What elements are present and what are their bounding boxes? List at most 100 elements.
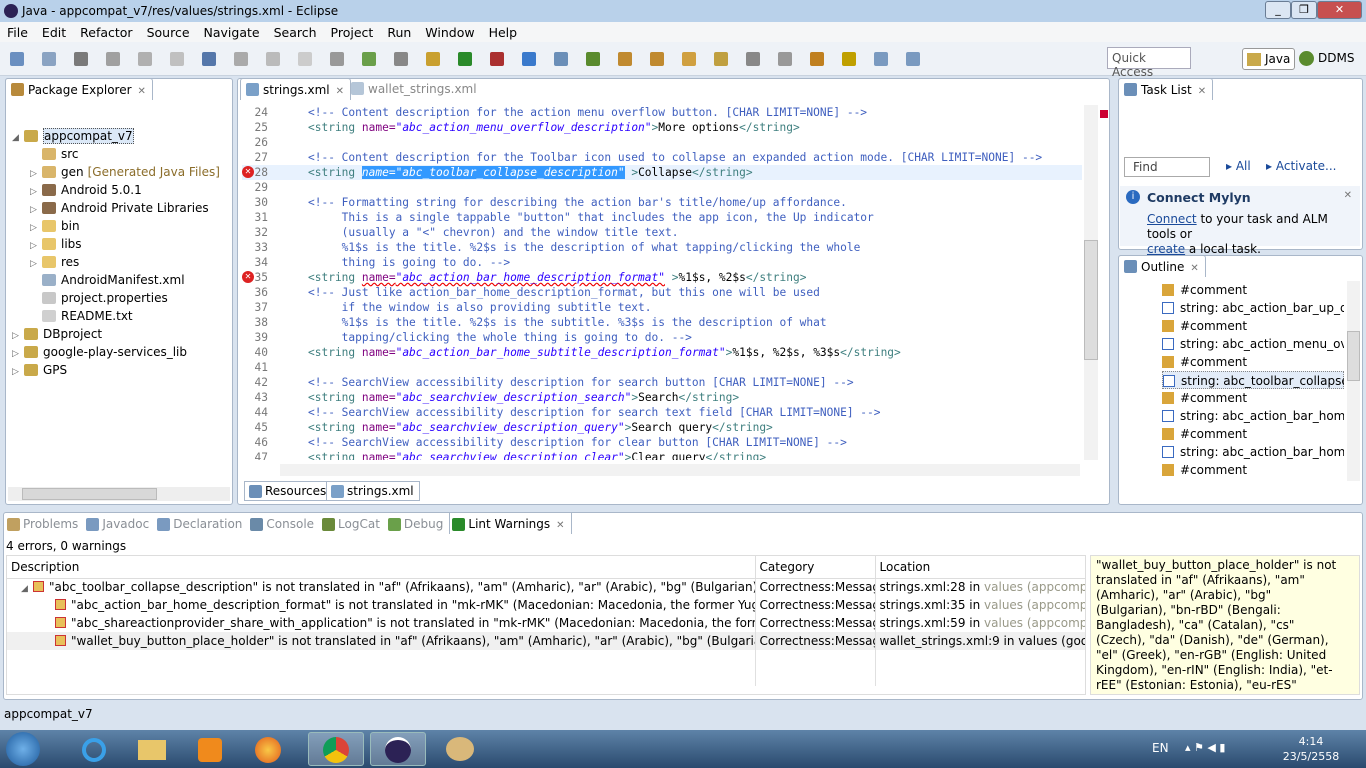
lint-row[interactable]: "abc_shareactionprovider_share_with_appl… [7, 614, 1085, 632]
menu-edit[interactable]: Edit [35, 22, 73, 42]
tree-item-android-private-libraries[interactable]: ▷ Android Private Libraries [12, 199, 220, 217]
connect-link[interactable]: Connect [1147, 212, 1197, 226]
tab-package-explorer[interactable]: Package Explorer ✕ [5, 78, 153, 100]
toolbar-button-icon[interactable] [874, 52, 888, 66]
error-overview-marker[interactable] [1100, 110, 1108, 118]
outline-item[interactable]: #comment [1162, 425, 1344, 443]
tab-strings-xml[interactable]: strings.xml ✕ [240, 78, 352, 100]
activate-link[interactable]: ▸ Activate... [1266, 159, 1336, 173]
tab-declaration[interactable]: Declaration [155, 513, 248, 535]
outline-item[interactable]: string: abc_action_bar_up_description [1162, 299, 1344, 317]
code-line[interactable]: 44 <!-- SearchView accessibility descript… [242, 405, 1082, 420]
tab-resources[interactable]: Resources [244, 481, 333, 501]
toolbar-button-icon[interactable] [74, 52, 88, 66]
code-line[interactable]: 42 <!-- SearchView accessibility descript… [242, 375, 1082, 390]
all-link[interactable]: ▸ All [1226, 159, 1251, 173]
code-line[interactable]: ✕ 35 <string name="abc_action_bar_home_des… [242, 270, 1082, 285]
expanded-arrow-icon[interactable]: ◢ [21, 584, 33, 594]
tab-logcat[interactable]: LogCat [320, 513, 386, 535]
perspective-ddms[interactable]: DDMS [1296, 48, 1358, 70]
outline-item[interactable]: string: abc_action_menu_overflow_descrip… [1162, 335, 1344, 353]
toolbar-button-icon[interactable] [394, 52, 408, 66]
close-icon[interactable]: ✕ [1190, 263, 1198, 274]
menu-run[interactable]: Run [380, 22, 418, 42]
code-line[interactable]: 34 thing is going to do. --> [242, 255, 1082, 270]
tree-item-androidmanifest-xml[interactable]: AndroidManifest.xml [12, 271, 220, 289]
toolbar-button-icon[interactable] [10, 52, 24, 66]
code-line[interactable]: 39 tapping/clicking the whole thing is g… [242, 330, 1082, 345]
create-link[interactable]: create [1147, 242, 1185, 256]
code-line[interactable]: 30 <!-- Formatting string for describing … [242, 195, 1082, 210]
clock[interactable]: 4:14 23/5/2558 [1280, 734, 1342, 764]
tree-item-google-play-services-lib[interactable]: ▷ google-play-services_lib [12, 343, 220, 361]
tree-item-gen[interactable]: ▷ gen [Generated Java Files] [12, 163, 220, 181]
code-line[interactable]: 43 <string name="abc_searchview_descripti… [242, 390, 1082, 405]
column-description[interactable]: Description [7, 556, 756, 579]
menu-refactor[interactable]: Refactor [73, 22, 139, 42]
code-line[interactable]: 32 (usually a "<" chevron) and the windo… [242, 225, 1082, 240]
menu-help[interactable]: Help [482, 22, 525, 42]
outline-item[interactable]: string: abc_action_bar_home_description_… [1162, 407, 1344, 425]
code-line[interactable]: 31 This is a single tappable "button" th… [242, 210, 1082, 225]
lint-row[interactable]: "abc_action_bar_home_description_format"… [7, 596, 1085, 614]
code-line[interactable]: 24 <!-- Content description for the actio… [242, 105, 1082, 120]
vertical-scrollbar[interactable] [1347, 281, 1360, 481]
toolbar-button-icon[interactable] [906, 52, 920, 66]
chrome-icon[interactable] [308, 732, 364, 766]
tab-wallet-strings-xml[interactable]: wallet_strings.xml [346, 78, 483, 100]
tree-item-libs[interactable]: ▷ libs [12, 235, 220, 253]
tree-item-bin[interactable]: ▷ bin [12, 217, 220, 235]
toolbar-button-icon[interactable] [682, 52, 696, 66]
toolbar-button-icon[interactable] [490, 52, 504, 66]
outline-item[interactable]: #comment [1162, 317, 1344, 335]
code-line[interactable]: 45 <string name="abc_searchview_descripti… [242, 420, 1082, 435]
code-line[interactable]: 33 %1$s is the title. %2$s is the descri… [242, 240, 1082, 255]
firefox-icon[interactable] [240, 732, 296, 766]
toolbar-button-icon[interactable] [746, 52, 760, 66]
toolbar-button-icon[interactable] [138, 52, 152, 66]
close-icon[interactable]: ✕ [1198, 86, 1206, 97]
code-line[interactable]: 27 <!-- Content description for the Toolb… [242, 150, 1082, 165]
toolbar-button-icon[interactable] [458, 52, 472, 66]
toolbar-button-icon[interactable] [586, 52, 600, 66]
perspective-java[interactable]: Java [1242, 48, 1296, 70]
toolbar-button-icon[interactable] [778, 52, 792, 66]
code-line[interactable]: 41 [242, 360, 1082, 375]
horizontal-scrollbar[interactable] [280, 464, 1080, 476]
outline-item[interactable]: #comment [1162, 281, 1344, 299]
code-line[interactable]: 26 [242, 135, 1082, 150]
toolbar-button-icon[interactable] [426, 52, 440, 66]
toolbar-button-icon[interactable] [266, 52, 280, 66]
menu-search[interactable]: Search [267, 22, 324, 42]
toolbar-button-icon[interactable] [362, 52, 376, 66]
outline-item[interactable]: string: abc_action_bar_home_subtitle_des… [1162, 443, 1344, 461]
toolbar-button-icon[interactable] [650, 52, 664, 66]
error-marker-icon[interactable]: ✕ [242, 271, 254, 283]
quick-access-input[interactable]: Quick Access [1107, 47, 1191, 79]
lint-row[interactable]: "wallet_buy_button_place_holder" is not … [7, 632, 1085, 650]
column-category[interactable]: Category [755, 556, 876, 579]
toolbar-button-icon[interactable] [42, 52, 56, 66]
code-line[interactable]: 36 <!-- Just like action_bar_home_descrip… [242, 285, 1082, 300]
outline-item[interactable]: #comment [1162, 353, 1344, 371]
tree-item-readme-txt[interactable]: README.txt [12, 307, 220, 325]
toolbar-button-icon[interactable] [106, 52, 120, 66]
code-line[interactable]: 37 if the window is also providing subti… [242, 300, 1082, 315]
tab-task-list[interactable]: Task List ✕ [1118, 78, 1214, 100]
toolbar-button-icon[interactable] [170, 52, 184, 66]
tree-item-project-properties[interactable]: project.properties [12, 289, 220, 307]
toolbar-button-icon[interactable] [810, 52, 824, 66]
find-task-input[interactable]: Find [1124, 157, 1210, 177]
outline-item[interactable]: #comment [1162, 461, 1344, 479]
close-button[interactable]: ✕ [1317, 1, 1362, 19]
collapsed-arrow-icon[interactable]: ▷ [12, 363, 24, 381]
close-icon[interactable]: ✕ [336, 86, 344, 97]
minimize-button[interactable]: _ [1265, 1, 1291, 19]
tab-strings-xml-source[interactable]: strings.xml [326, 481, 420, 501]
maximize-button[interactable]: ❐ [1291, 1, 1317, 19]
tab-lint-warnings[interactable]: Lint Warnings ✕ [449, 512, 572, 534]
eclipse-taskbar-icon[interactable] [370, 732, 426, 766]
code-line[interactable]: 25 <string name="abc_action_menu_overflow… [242, 120, 1082, 135]
tab-outline[interactable]: Outline ✕ [1118, 255, 1206, 277]
horizontal-scrollbar[interactable] [8, 487, 230, 501]
